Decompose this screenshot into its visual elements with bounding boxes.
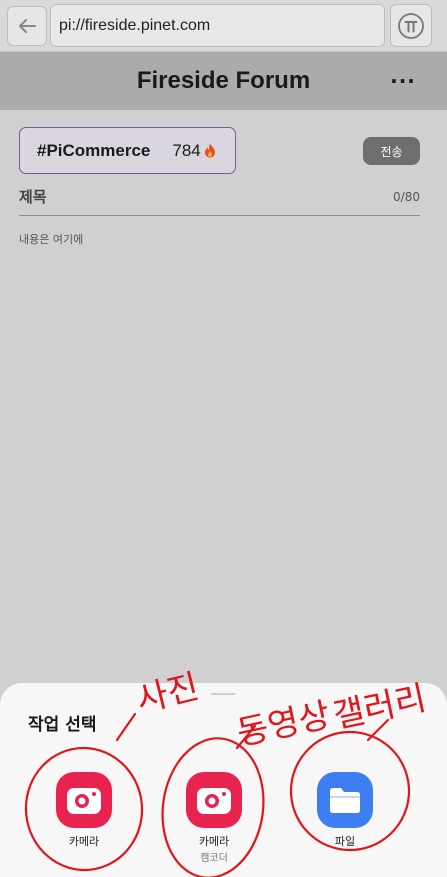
page-title: Fireside Forum [136, 67, 311, 94]
action-sheet: 작업 선택 카메라 카메라 캠코더 파일 [0, 683, 447, 877]
title-label: 제목 [19, 188, 47, 206]
tag-chip[interactable]: #PiCommerce 784 [19, 127, 236, 174]
arrow-left-icon [19, 19, 36, 33]
content-input[interactable]: 내용은 여기에 [19, 231, 83, 247]
camera-icon [67, 788, 101, 814]
send-button[interactable]: 전송 [363, 137, 420, 165]
camera-video-tile[interactable] [186, 772, 242, 828]
action-label: 카메라 [198, 835, 230, 848]
action-label: 파일 [334, 835, 356, 848]
title-character-count: 0/80 [393, 190, 420, 204]
back-button[interactable] [7, 6, 47, 46]
tag-name: #PiCommerce [37, 140, 151, 160]
folder-icon [330, 788, 360, 813]
url-field[interactable]: pi://fireside.pinet.com [50, 4, 385, 47]
camera-photo-tile[interactable] [56, 772, 112, 828]
action-label: 카메라 [68, 835, 100, 848]
flame-icon [204, 143, 215, 158]
action-sublabel: 캠코더 [200, 853, 228, 864]
browser-bar: pi://fireside.pinet.com [0, 0, 447, 52]
file-tile[interactable] [317, 772, 373, 828]
more-button[interactable]: ··· [388, 69, 418, 93]
sheet-handle[interactable] [211, 693, 235, 695]
camera-icon [197, 788, 231, 814]
sheet-title: 작업 선택 [28, 715, 97, 735]
app-header: Fireside Forum ··· [0, 52, 447, 110]
pi-button[interactable] [390, 4, 432, 47]
tag-count: 784 [172, 140, 201, 160]
title-input-underline[interactable] [19, 215, 420, 216]
pi-coin-icon [398, 12, 424, 39]
